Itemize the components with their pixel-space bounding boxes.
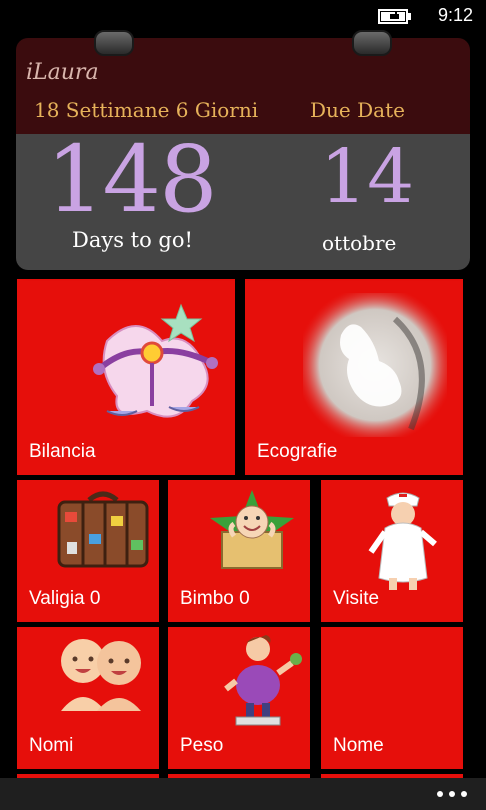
tile-visite[interactable]: Visite [321,480,463,622]
due-date-label: Due Date [310,98,405,122]
tile-label: Peso [180,735,224,756]
baby-in-box-icon [210,490,294,569]
tile-label: Bimbo 0 [180,588,250,609]
tile-valigia[interactable]: Valigia 0 [17,480,159,622]
tile-nomi[interactable]: Nomi [17,627,159,769]
due-month: ottobre [322,231,397,255]
more-dots-icon[interactable] [434,788,470,800]
calendar-ring-left [94,30,134,56]
app-bar [0,778,486,810]
calendar-ring-right [352,30,392,56]
pregnancy-week: 18 Settimane 6 Giorni [34,98,259,122]
due-day: 14 [320,134,415,220]
ultrasound-image [303,293,447,437]
weight-lady-icon [224,635,302,726]
tile-label: Nomi [29,735,74,756]
tile-bimbo[interactable]: Bimbo 0 [168,480,310,622]
tile-label: Valigia 0 [29,588,101,609]
days-left-count: 148 [46,126,218,233]
tile-label: Ecografie [257,441,338,462]
pregnancy-calendar[interactable]: iLaura 18 Settimane 6 Giorni Due Date 14… [16,38,470,270]
tile-label: Bilancia [29,441,96,462]
tile-ecografie[interactable]: Ecografie [245,279,463,475]
tile-peso[interactable]: Peso [168,627,310,769]
tile-label: Visite [333,588,380,609]
libra-icon [93,303,218,418]
twin-babies-icon [61,639,141,711]
tile-label: Nome [333,735,384,756]
clock: 9:12 [438,5,474,25]
tile-bilancia[interactable]: Bilancia [17,279,235,475]
days-left-label: Days to go! [72,228,193,252]
user-name: iLaura [26,60,99,85]
tile-nome[interactable]: Nome [321,627,463,769]
status-bar: 9:12 [0,0,486,32]
nurse-icon [368,492,437,590]
battery-charging-icon [378,9,411,24]
suitcase-icon [57,491,149,568]
